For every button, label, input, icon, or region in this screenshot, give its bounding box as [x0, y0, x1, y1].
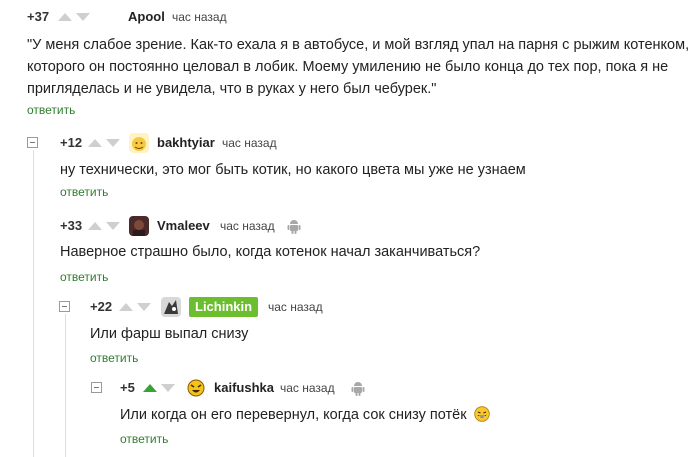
reply-link[interactable]: ответить	[90, 350, 138, 366]
comment-header: +22 Lichinkin час назад	[0, 296, 700, 318]
comment-text: Или фарш выпал снизу	[90, 326, 249, 342]
avatar[interactable]	[129, 216, 149, 236]
avatar[interactable]	[186, 378, 206, 398]
downvote-arrow-icon[interactable]	[106, 139, 120, 147]
avatar-image-icon	[129, 133, 149, 153]
comment-4: +22 Lichinkin час назад Или фарш выпал с…	[0, 296, 700, 365]
rating: +22	[90, 299, 113, 314]
reply-link[interactable]: ответить	[60, 184, 108, 200]
avatar-image-icon	[129, 216, 149, 236]
avatar-image-icon	[161, 297, 181, 317]
username-link[interactable]: bakhtyiar	[157, 132, 215, 154]
reply-link[interactable]: ответить	[120, 431, 168, 447]
android-icon	[351, 380, 365, 396]
timestamp: час назад	[220, 219, 275, 233]
upvote-arrow-icon[interactable]	[58, 13, 72, 21]
comment-1: +37 Apool час назад "У меня слабое зрени…	[0, 6, 700, 117]
rating: +33	[60, 218, 83, 233]
comment-3: +33 Vmaleev час назад Наверное страшно б…	[0, 215, 700, 284]
comment-text: "У меня слабое зрение. Как-то ехала я в …	[27, 37, 690, 97]
username-link[interactable]: Vmaleev	[157, 215, 210, 237]
rating: +5	[120, 380, 135, 395]
comment-header: +33 Vmaleev час назад	[0, 215, 700, 237]
downvote-arrow-icon[interactable]	[76, 13, 90, 21]
username-link[interactable]: kaifushka	[214, 377, 274, 399]
downvote-arrow-icon[interactable]	[161, 384, 175, 392]
reply-link[interactable]: ответить	[27, 102, 75, 118]
timestamp: час назад	[222, 136, 277, 150]
comment-text: Наверное страшно было, когда котенок нач…	[60, 244, 481, 260]
comment-header: +5 kaifushka час назад	[0, 377, 700, 399]
comment-header: +37 Apool час назад	[0, 6, 700, 28]
laughing-emoji-icon	[473, 406, 490, 429]
comment-2: +12 bakhtyiar час назад ну технически, э…	[0, 132, 700, 199]
username-badge[interactable]: Lichinkin	[189, 297, 259, 317]
avatar[interactable]	[161, 297, 181, 317]
comment-text: Или когда он его перевернул, когда сок с…	[120, 404, 490, 429]
comment-header: +12 bakhtyiar час назад	[0, 132, 700, 154]
timestamp: час назад	[280, 381, 335, 395]
rating: +37	[27, 9, 50, 24]
reply-link[interactable]: ответить	[60, 269, 108, 285]
collapse-icon[interactable]	[91, 382, 102, 393]
collapse-icon[interactable]	[59, 301, 70, 312]
comment-text: ну технически, это мог быть котик, но ка…	[60, 162, 526, 178]
timestamp: час назад	[268, 300, 323, 314]
avatar-image-icon	[186, 378, 206, 398]
upvote-arrow-icon[interactable]	[88, 139, 102, 147]
rating: +12	[60, 135, 83, 150]
upvote-arrow-icon[interactable]	[143, 384, 157, 392]
avatar[interactable]	[129, 133, 149, 153]
username-link[interactable]: Apool	[128, 6, 165, 28]
comment-text-content: Или когда он его перевернул, когда сок с…	[120, 407, 467, 423]
android-icon	[287, 218, 301, 234]
upvote-arrow-icon[interactable]	[88, 222, 102, 230]
downvote-arrow-icon[interactable]	[137, 303, 151, 311]
downvote-arrow-icon[interactable]	[106, 222, 120, 230]
comment-5: +5 kaifushka час назад Или когда он его …	[0, 377, 700, 446]
collapse-icon[interactable]	[27, 137, 38, 148]
timestamp: час назад	[172, 10, 227, 24]
upvote-arrow-icon[interactable]	[119, 303, 133, 311]
